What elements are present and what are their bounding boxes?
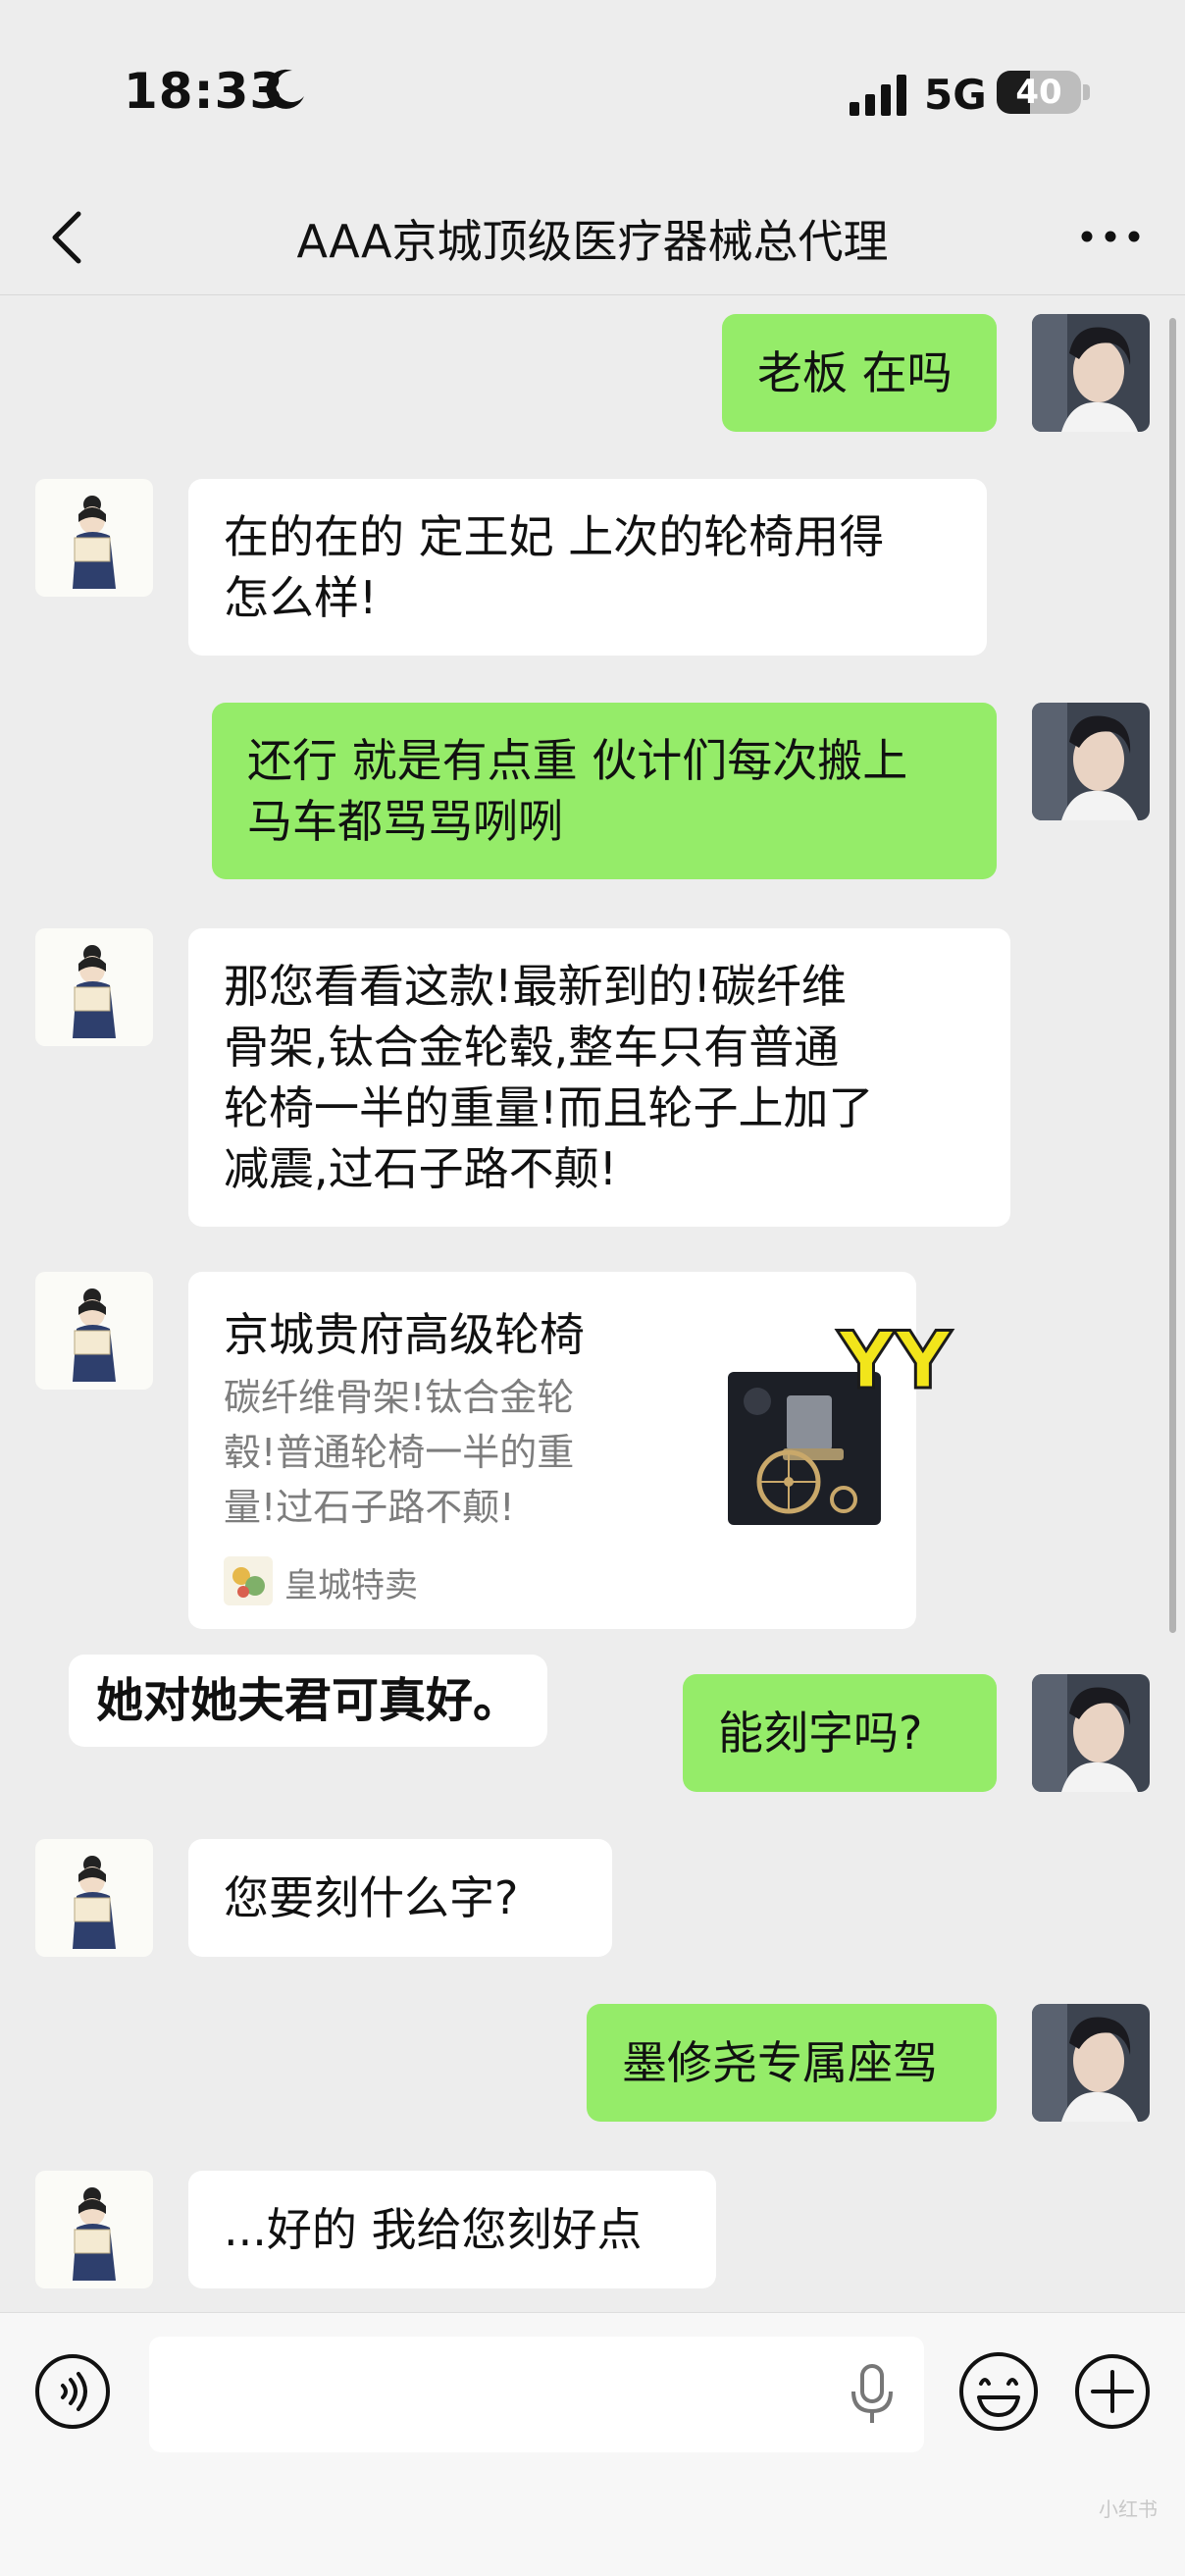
battery-level: 40 xyxy=(1015,73,1062,112)
input-bar: 小红书 xyxy=(0,2312,1185,2576)
source-icon xyxy=(224,1556,273,1605)
caption-overlay: 她对她夫君可真好。 xyxy=(69,1655,548,1747)
card-description: 碳纤维骨架!钛合金轮 毂!普通轮椅一半的重 量!过石子路不颠! xyxy=(224,1370,645,1535)
contact-avatar[interactable] xyxy=(35,2171,153,2288)
my-avatar[interactable] xyxy=(1032,314,1150,432)
message-text: 怎么样! xyxy=(224,571,378,624)
network-type: 5G xyxy=(924,71,987,119)
message-bubble-sent[interactable]: 墨修尧专属座驾 xyxy=(587,2004,997,2122)
card-description-line: 碳纤维骨架!钛合金轮 xyxy=(224,1376,575,1419)
mic-icon[interactable] xyxy=(848,2362,897,2427)
message-text: ...好的 我给您刻好点 xyxy=(224,2203,643,2256)
message-text: 在的在的 定王妃 上次的轮椅用得 xyxy=(224,510,885,563)
signal-icon xyxy=(850,75,906,116)
message-bubble-sent[interactable]: 能刻字吗? xyxy=(683,1674,997,1792)
my-avatar[interactable] xyxy=(1032,1674,1150,1792)
message-bubble-sent[interactable]: 老板 在吗 xyxy=(722,314,997,432)
message-bubble-received[interactable]: ...好的 我给您刻好点 xyxy=(188,2171,716,2288)
source-label: 皇城特卖 xyxy=(284,1566,418,1605)
sticker-text: YY xyxy=(837,1315,953,1403)
message-text: 还行 就是有点重 伙计们每次搬上 xyxy=(247,734,908,787)
message-bubble-received[interactable]: 那您看看这款!最新到的!碳纤维 骨架,钛合金轮毂,整车只有普通 轮椅一半的重量!… xyxy=(188,928,1010,1227)
status-bar: 18:33 5G 40 xyxy=(0,0,1185,186)
my-avatar[interactable] xyxy=(1032,2004,1150,2122)
message-text: 能刻字吗? xyxy=(718,1707,923,1760)
contact-avatar[interactable] xyxy=(35,1839,153,1957)
message-text: 那您看看这款!最新到的!碳纤维 xyxy=(224,960,847,1013)
product-card[interactable]: 京城贵府高级轮椅 碳纤维骨架!钛合金轮 毂!普通轮椅一半的重 量!过石子路不颠! xyxy=(188,1272,916,1629)
card-title: 京城贵府高级轮椅 xyxy=(224,1308,585,1361)
more-icon[interactable] xyxy=(1079,222,1142,251)
message-text: 骨架,钛合金轮毂,整车只有普通 xyxy=(224,1021,840,1074)
plus-icon[interactable] xyxy=(1073,2352,1152,2431)
moon-icon xyxy=(266,69,304,109)
battery-icon: 40 xyxy=(997,71,1081,114)
contact-avatar[interactable] xyxy=(35,928,153,1046)
my-avatar[interactable] xyxy=(1032,703,1150,820)
message-text: 老板 在吗 xyxy=(757,346,953,399)
watermark: 小红书 xyxy=(1099,2497,1158,2521)
contact-avatar[interactable] xyxy=(35,1272,153,1390)
emoji-icon[interactable] xyxy=(957,2350,1040,2433)
contact-avatar[interactable] xyxy=(35,479,153,597)
voice-icon[interactable] xyxy=(33,2352,112,2431)
message-list[interactable]: 老板 在吗 在的在的 定王妃 上次的轮椅用得 怎么样! 还行 就是有点重 伙计们… xyxy=(0,294,1185,2312)
chat-title: AAA京城顶级医疗器械总代理 xyxy=(296,215,889,268)
yy-sticker: YY xyxy=(836,1315,954,1403)
message-input[interactable] xyxy=(149,2337,924,2452)
message-bubble-sent[interactable]: 还行 就是有点重 伙计们每次搬上 马车都骂骂咧咧 xyxy=(212,703,997,879)
card-description-line: 毂!普通轮椅一半的重 xyxy=(224,1431,575,1474)
status-time: 18:33 xyxy=(124,63,285,120)
chat-header: AAA京城顶级医疗器械总代理 xyxy=(0,186,1185,295)
message-bubble-received[interactable]: 在的在的 定王妃 上次的轮椅用得 怎么样! xyxy=(188,479,987,656)
message-text: 您要刻什么字? xyxy=(224,1871,519,1924)
message-text: 马车都骂骂咧咧 xyxy=(247,795,563,848)
battery-tip xyxy=(1083,84,1090,100)
message-text: 轮椅一半的重量!而且轮子上加了 xyxy=(224,1081,874,1134)
back-icon[interactable] xyxy=(43,208,92,267)
message-bubble-received[interactable]: 您要刻什么字? xyxy=(188,1839,612,1957)
message-text: 墨修尧专属座驾 xyxy=(622,2036,938,2089)
message-text: 减震,过石子路不颠! xyxy=(224,1142,618,1195)
scrollbar[interactable] xyxy=(1169,318,1176,1633)
card-description-line: 量!过石子路不颠! xyxy=(224,1486,515,1529)
